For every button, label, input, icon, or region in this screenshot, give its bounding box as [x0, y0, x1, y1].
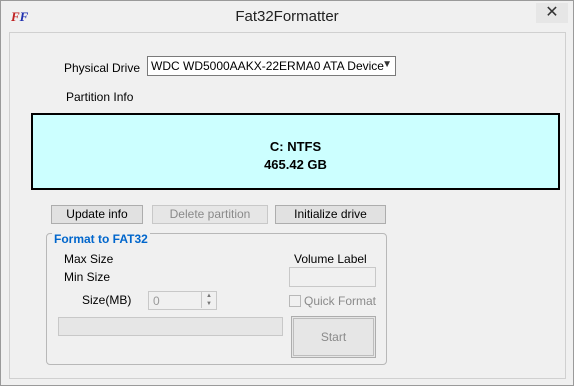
window-title: Fat32Formatter	[235, 8, 339, 25]
spin-up-icon[interactable]: ▲	[201, 292, 216, 300]
max-size-label: Max Size	[64, 252, 114, 266]
partition-info-label: Partition Info	[66, 90, 134, 104]
partition-info-panel: C: NTFS 465.42 GB	[31, 113, 560, 190]
size-mb-label: Size(MB)	[82, 293, 132, 307]
dialog-body: Physical Drive WDC WD5000AAKX-22ERMA0 AT…	[9, 32, 566, 379]
volume-label-input[interactable]	[289, 267, 376, 287]
quick-format-label: Quick Format	[304, 294, 377, 308]
format-progress-bar	[58, 317, 283, 336]
partition-size: 465.42 GB	[264, 157, 327, 172]
initialize-drive-button[interactable]: Initialize drive	[275, 205, 386, 224]
volume-label-label: Volume Label	[294, 252, 367, 266]
chevron-down-icon: ▼	[382, 59, 392, 70]
format-group-title: Format to FAT32	[52, 232, 150, 246]
quick-format-checkbox[interactable]	[289, 295, 301, 307]
title-bar[interactable]: FF Fat32Formatter ✕	[1, 1, 573, 32]
size-mb-value: 0	[153, 294, 160, 308]
close-icon: ✕	[545, 4, 559, 21]
physical-drive-value: WDC WD5000AAKX-22ERMA0 ATA Device	[151, 59, 384, 73]
physical-drive-label: Physical Drive	[64, 61, 141, 75]
format-fat32-group: Format to FAT32 Max Size Min Size Size(M…	[46, 232, 387, 365]
physical-drive-select[interactable]: WDC WD5000AAKX-22ERMA0 ATA Device ▼	[147, 56, 396, 76]
start-button[interactable]: Start	[291, 316, 376, 358]
size-mb-stepper[interactable]: 0 ▲ ▼	[148, 291, 217, 310]
spin-down-icon[interactable]: ▼	[201, 300, 216, 308]
close-button[interactable]: ✕	[536, 3, 568, 23]
partition-filesystem: C: NTFS	[269, 139, 322, 154]
update-info-button[interactable]: Update info	[51, 205, 143, 224]
app-window: FF Fat32Formatter ✕ Physical Drive WDC W…	[0, 0, 574, 386]
delete-partition-button[interactable]: Delete partition	[152, 205, 268, 224]
min-size-label: Min Size	[64, 270, 111, 284]
